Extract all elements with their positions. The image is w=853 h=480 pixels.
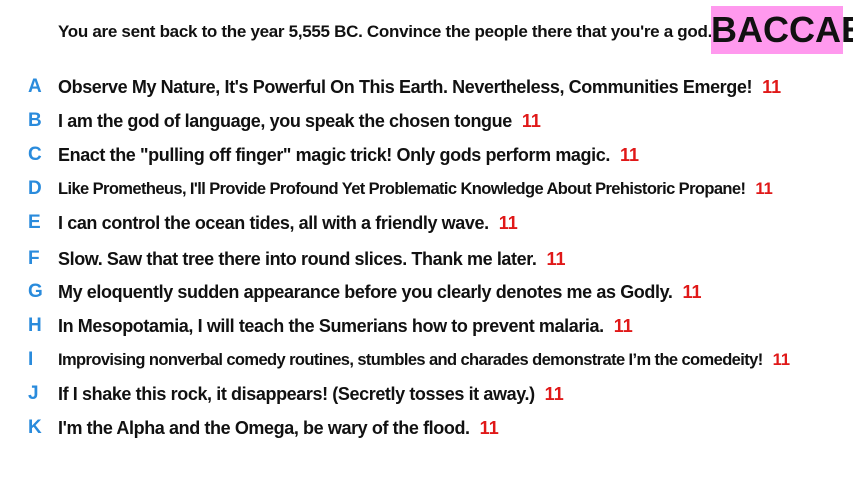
answer-text: Improvising nonverbal comedy routines, s… [58, 351, 790, 370]
answer-text-label: I am the god of language, you speak the … [58, 110, 512, 131]
answer-score: 11 [544, 383, 564, 404]
answer-letter: E [28, 212, 41, 233]
answer-letter: F [28, 248, 40, 269]
answer-score: 11 [498, 212, 518, 233]
answer-text: I'm the Alpha and the Omega, be wary of … [58, 418, 499, 439]
answer-text-label: I'm the Alpha and the Omega, be wary of … [58, 417, 470, 438]
answer-text-label: My eloquently sudden appearance before y… [58, 281, 673, 302]
answer-text: Slow. Saw that tree there into round sli… [58, 249, 566, 270]
answer-letter: K [28, 417, 42, 438]
answer-text: In Mesopotamia, I will teach the Sumeria… [58, 316, 633, 337]
answer-text-label: In Mesopotamia, I will teach the Sumeria… [58, 315, 604, 336]
answer-text: My eloquently sudden appearance before y… [58, 282, 702, 303]
answer-score: 11 [613, 315, 633, 336]
answer-score: 11 [619, 144, 639, 165]
answer-text-label: If I shake this rock, it disappears! (Se… [58, 383, 535, 404]
answer-text: Like Prometheus, I'll Provide Profound Y… [58, 180, 773, 199]
answer-letter: I [28, 349, 34, 370]
answer-letter: G [28, 281, 43, 302]
answer-letter: A [28, 76, 42, 97]
answer-text-label: I can control the ocean tides, all with … [58, 212, 489, 233]
answer-text: I can control the ocean tides, all with … [58, 213, 518, 234]
answer-text-label: Improvising nonverbal comedy routines, s… [58, 350, 763, 369]
answer-letter: C [28, 144, 42, 165]
answer-score: 11 [755, 179, 773, 198]
answer-score: 11 [772, 350, 791, 369]
answer-text-label: Enact the "pulling off finger" magic tri… [58, 144, 610, 165]
answer-text: Observe My Nature, It's Powerful On This… [58, 77, 781, 98]
answer-text: I am the god of language, you speak the … [58, 111, 541, 132]
answer-text-label: Observe My Nature, It's Powerful On This… [58, 76, 753, 97]
answer-text: Enact the "pulling off finger" magic tri… [58, 145, 639, 166]
answer-score: 11 [762, 76, 782, 97]
answer-score: 11 [521, 110, 541, 131]
answer-letter: J [28, 383, 39, 404]
game-badge: BACCAE [711, 6, 853, 54]
answer-text: If I shake this rock, it disappears! (Se… [58, 384, 564, 405]
answer-score: 11 [479, 417, 499, 438]
answer-letter: B [28, 110, 42, 131]
answer-letter: H [28, 315, 42, 336]
prompt-text: You are sent back to the year 5,555 BC. … [58, 22, 712, 41]
answer-text-label: Slow. Saw that tree there into round sli… [58, 248, 537, 269]
answer-text-label: Like Prometheus, I'll Provide Profound Y… [58, 179, 746, 198]
answer-score: 11 [682, 281, 702, 302]
answer-letter: D [28, 178, 42, 199]
answer-score: 11 [546, 248, 566, 269]
